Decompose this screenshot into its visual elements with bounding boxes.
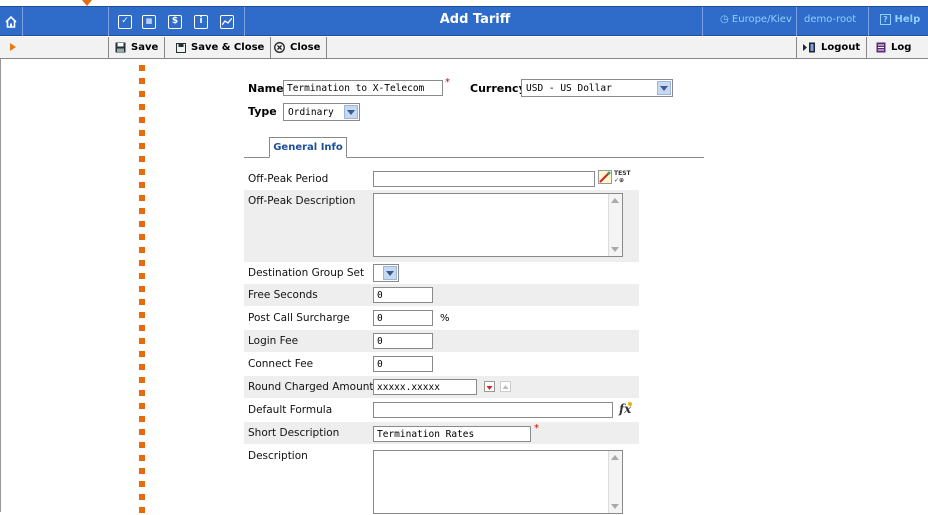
tab-general-info[interactable]: General Info (269, 137, 347, 158)
home-icon (5, 15, 17, 28)
grid-icon: ▦ (142, 14, 156, 29)
connect-fee-input[interactable]: 0 (373, 356, 433, 372)
help-label: Help (894, 14, 921, 25)
name-label: Name (248, 82, 284, 95)
required-marker: * (445, 77, 450, 88)
login-fee-label: Login Fee (248, 335, 299, 347)
log-label: Log (891, 42, 912, 53)
logout-button[interactable]: Logout (796, 37, 868, 58)
logout-icon (803, 42, 815, 53)
row-login-fee: Login Fee (244, 330, 639, 352)
login-fee-input[interactable]: 0 (373, 333, 433, 349)
floppy-icon (115, 42, 126, 53)
services-button[interactable]: ▦ (140, 7, 158, 36)
test-icon[interactable]: TEST ✓⊕ (614, 170, 636, 184)
type-label: Type (248, 105, 277, 118)
type-select[interactable]: Ordinary (283, 103, 360, 121)
default-formula-label: Default Formula (248, 404, 333, 416)
chevron-down-icon (657, 81, 671, 95)
short-description-label: Short Description (248, 427, 340, 439)
toolbar: Save Save & Close Close Logout Log (0, 37, 928, 59)
type-value: Ordinary (288, 107, 334, 118)
scrollbar[interactable] (608, 451, 622, 513)
save-button[interactable]: Save (108, 37, 166, 58)
edit-wand-icon[interactable] (598, 170, 612, 184)
row-free-seconds: Free Seconds (244, 284, 639, 306)
free-seconds-input[interactable]: 0 (373, 287, 433, 303)
header-bar: ✓ ▦ $ i Add Tariff ◷ Europe/Kiev demo-ro… (0, 6, 928, 36)
off-peak-description-label: Off-Peak Description (248, 195, 356, 207)
help-icon: ? (880, 14, 891, 25)
percent-unit: % (440, 313, 450, 324)
logout-label: Logout (821, 42, 861, 53)
post-call-surcharge-label: Post Call Surcharge (248, 312, 350, 324)
off-peak-period-label: Off-Peak Period (248, 173, 329, 185)
info-button[interactable]: i (192, 7, 210, 36)
content-area: Name Termination to X-Telecom * Currency… (0, 59, 928, 514)
home-button[interactable] (0, 7, 22, 36)
arrow-down-icon (486, 386, 493, 390)
row-destination-group-set: Destination Group Set (244, 262, 639, 284)
formula-wizard-icon[interactable]: fx (618, 401, 633, 416)
expand-arrow-icon[interactable] (10, 43, 16, 51)
off-peak-period-input[interactable] (373, 171, 595, 187)
chevron-down-icon (383, 266, 397, 280)
help-link[interactable]: ? Help (880, 7, 920, 36)
close-button[interactable]: Close (268, 37, 328, 58)
log-button[interactable]: Log (870, 37, 917, 58)
timezone-label: Europe/Kiev (731, 14, 792, 25)
free-seconds-label: Free Seconds (248, 289, 318, 301)
user-link[interactable]: demo-root (804, 7, 856, 36)
close-circle-icon (274, 42, 285, 53)
connect-fee-label: Connect Fee (248, 358, 314, 370)
short-description-input[interactable]: Termination Rates (373, 426, 531, 442)
dollar-icon: $ (168, 14, 182, 29)
default-formula-input[interactable] (373, 402, 613, 418)
currency-value: USD - US Dollar (526, 83, 612, 94)
name-input[interactable]: Termination to X-Telecom (283, 80, 443, 96)
statistics-button[interactable] (218, 7, 236, 36)
chart-icon (220, 14, 234, 29)
checkbox-icon: ✓ (118, 14, 132, 29)
scrollbar[interactable] (608, 194, 622, 256)
save-label: Save (131, 42, 159, 53)
row-connect-fee: Connect Fee (244, 353, 639, 375)
description-label: Description (248, 450, 308, 462)
timezone-link[interactable]: ◷ Europe/Kiev (720, 7, 792, 36)
post-call-surcharge-input[interactable]: 0 (373, 310, 433, 326)
close-label: Close (290, 42, 321, 53)
test-label: TEST (614, 170, 631, 177)
arrow-up-icon (502, 385, 509, 389)
chevron-down-icon (344, 105, 358, 119)
required-marker: * (534, 423, 539, 434)
currency-select[interactable]: USD - US Dollar (521, 79, 673, 97)
currency-label: Currency (470, 82, 526, 95)
arrow-down-button[interactable] (484, 381, 495, 392)
off-peak-description-textarea[interactable] (373, 193, 623, 257)
destination-group-set-select[interactable] (373, 264, 399, 282)
destination-group-set-label: Destination Group Set (248, 267, 365, 279)
log-icon (876, 42, 886, 53)
description-textarea[interactable] (373, 450, 623, 514)
info-icon: i (194, 14, 208, 29)
customers-button[interactable]: ✓ (116, 7, 134, 36)
clock-icon: ◷ (720, 14, 729, 25)
round-charged-amount-label: Round Charged Amount (248, 381, 374, 393)
floppy-small-icon (176, 42, 186, 53)
page-title: Add Tariff (439, 12, 511, 27)
arrow-up-button[interactable] (500, 381, 511, 392)
round-charged-amount-input[interactable]: xxxxx.xxxxx (373, 379, 477, 395)
save-close-label: Save & Close (191, 42, 265, 53)
save-close-button[interactable]: Save & Close (170, 37, 272, 58)
billing-button[interactable]: $ (166, 7, 184, 36)
